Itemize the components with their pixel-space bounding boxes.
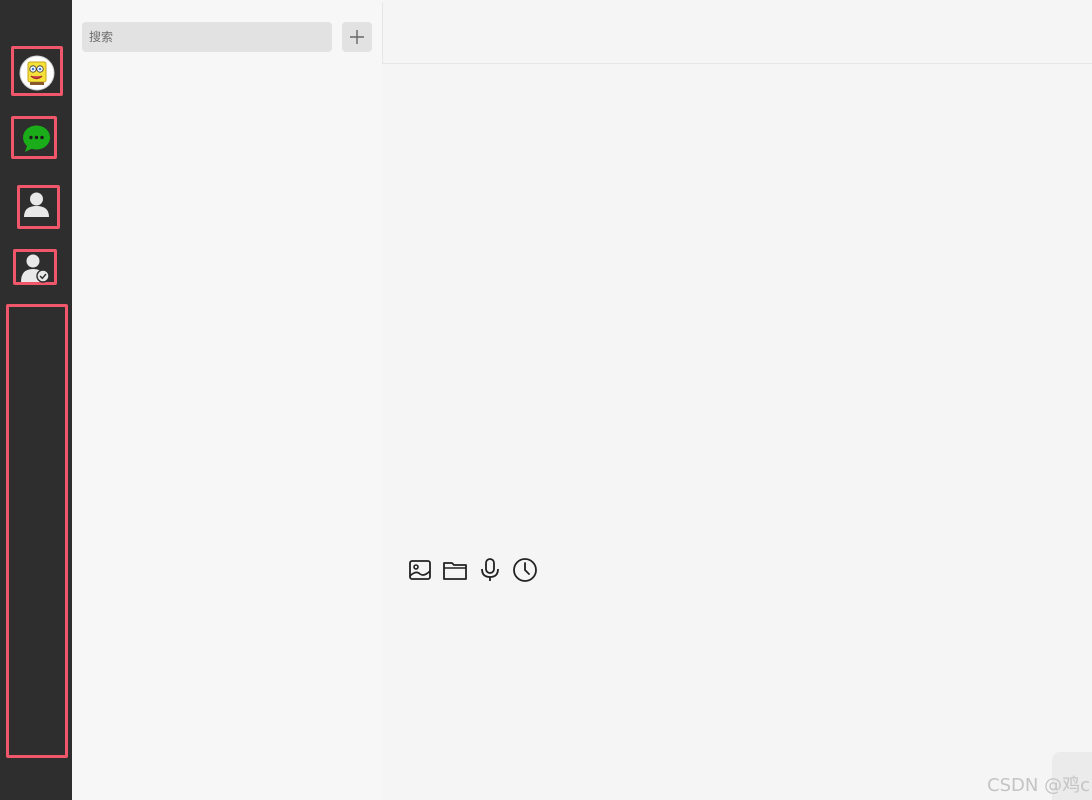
sidebar — [0, 0, 72, 800]
clock-icon[interactable] — [511, 556, 539, 584]
user-avatar-icon[interactable] — [19, 55, 55, 91]
plus-icon — [350, 30, 364, 44]
watermark: CSDN @鸡c — [987, 775, 1090, 796]
folder-icon[interactable] — [441, 556, 469, 584]
contact-person-icon[interactable] — [23, 191, 50, 218]
highlight-box-empty-area — [6, 304, 68, 758]
conversation-list-panel: 搜索 — [72, 0, 383, 800]
header-divider — [383, 63, 1092, 64]
person-check-icon[interactable] — [21, 253, 51, 283]
chat-bubble-icon[interactable] — [22, 124, 51, 153]
add-button[interactable] — [342, 22, 372, 52]
panel-divider — [382, 2, 383, 64]
chat-main-panel — [383, 0, 1092, 800]
image-icon[interactable] — [406, 556, 434, 584]
microphone-icon[interactable] — [476, 556, 504, 584]
search-input[interactable]: 搜索 — [82, 22, 332, 52]
chat-app-window: 搜索 CSDN @鸡c — [0, 0, 1092, 800]
